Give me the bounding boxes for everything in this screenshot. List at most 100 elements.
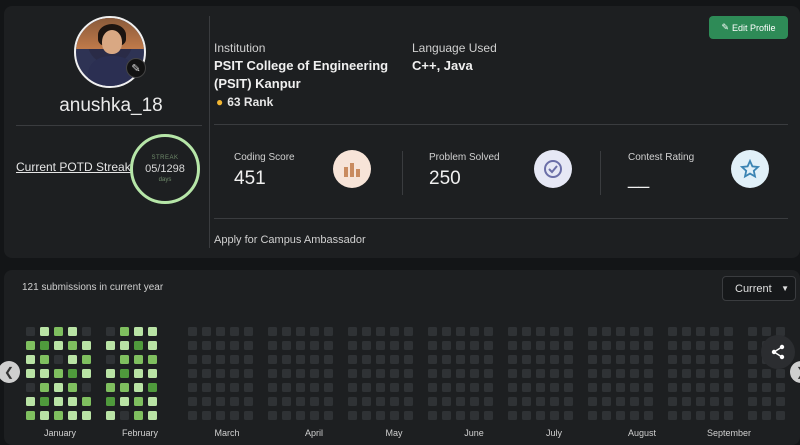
heatmap-cell[interactable] (120, 383, 129, 392)
heatmap-cell[interactable] (442, 327, 451, 336)
heatmap-cell[interactable] (588, 383, 597, 392)
heatmap-cell[interactable] (564, 383, 573, 392)
heatmap-cell[interactable] (188, 397, 197, 406)
heatmap-cell[interactable] (630, 341, 639, 350)
heatmap-cell[interactable] (776, 383, 785, 392)
heatmap-cell[interactable] (644, 397, 653, 406)
heatmap-cell[interactable] (310, 411, 319, 420)
heatmap-cell[interactable] (564, 397, 573, 406)
heatmap-cell[interactable] (188, 355, 197, 364)
heatmap-cell[interactable] (696, 341, 705, 350)
heatmap-cell[interactable] (148, 369, 157, 378)
heatmap-cell[interactable] (40, 383, 49, 392)
share-icon[interactable] (761, 335, 795, 369)
heatmap-cell[interactable] (484, 397, 493, 406)
heatmap-cell[interactable] (348, 327, 357, 336)
heatmap-cell[interactable] (602, 369, 611, 378)
heatmap-cell[interactable] (324, 411, 333, 420)
heatmap-cell[interactable] (148, 397, 157, 406)
heatmap-cell[interactable] (202, 341, 211, 350)
heatmap-cell[interactable] (508, 341, 517, 350)
heatmap-cell[interactable] (428, 327, 437, 336)
heatmap-cell[interactable] (724, 355, 733, 364)
heatmap-cell[interactable] (296, 369, 305, 378)
heatmap-cell[interactable] (456, 397, 465, 406)
heatmap-cell[interactable] (696, 397, 705, 406)
heatmap-cell[interactable] (470, 341, 479, 350)
heatmap-cell[interactable] (348, 411, 357, 420)
heatmap-cell[interactable] (696, 327, 705, 336)
heatmap-cell[interactable] (310, 397, 319, 406)
heatmap-cell[interactable] (470, 397, 479, 406)
heatmap-cell[interactable] (324, 327, 333, 336)
heatmap-cell[interactable] (762, 327, 771, 336)
heatmap-cell[interactable] (376, 341, 385, 350)
heatmap-cell[interactable] (668, 369, 677, 378)
heatmap-cell[interactable] (762, 411, 771, 420)
heatmap-cell[interactable] (536, 355, 545, 364)
heatmap-cell[interactable] (296, 383, 305, 392)
heatmap-cell[interactable] (564, 411, 573, 420)
heatmap-cell[interactable] (630, 369, 639, 378)
heatmap-cell[interactable] (522, 383, 531, 392)
heatmap-cell[interactable] (536, 397, 545, 406)
heatmap-cell[interactable] (442, 383, 451, 392)
heatmap-cell[interactable] (268, 411, 277, 420)
heatmap-cell[interactable] (106, 369, 115, 378)
heatmap-cell[interactable] (296, 327, 305, 336)
heatmap-cell[interactable] (644, 327, 653, 336)
heatmap-cell[interactable] (668, 341, 677, 350)
heatmap-cell[interactable] (148, 355, 157, 364)
heatmap-cell[interactable] (68, 341, 77, 350)
heatmap-cell[interactable] (376, 369, 385, 378)
heatmap-cell[interactable] (268, 327, 277, 336)
heatmap-cell[interactable] (54, 397, 63, 406)
heatmap-cell[interactable] (390, 383, 399, 392)
heatmap-cell[interactable] (40, 355, 49, 364)
heatmap-cell[interactable] (376, 355, 385, 364)
heatmap-cell[interactable] (296, 397, 305, 406)
heatmap-cell[interactable] (362, 355, 371, 364)
heatmap-cell[interactable] (244, 411, 253, 420)
heatmap-cell[interactable] (404, 369, 413, 378)
heatmap-cell[interactable] (230, 327, 239, 336)
heatmap-cell[interactable] (148, 383, 157, 392)
heatmap-cell[interactable] (390, 411, 399, 420)
heatmap-cell[interactable] (522, 411, 531, 420)
heatmap-cell[interactable] (230, 397, 239, 406)
heatmap-cell[interactable] (296, 341, 305, 350)
heatmap-cell[interactable] (644, 341, 653, 350)
heatmap-cell[interactable] (442, 341, 451, 350)
heatmap-cell[interactable] (134, 383, 143, 392)
heatmap-cell[interactable] (404, 341, 413, 350)
heatmap-cell[interactable] (26, 327, 35, 336)
heatmap-cell[interactable] (120, 369, 129, 378)
potd-streak-link[interactable]: Current POTD Streak (16, 160, 131, 174)
heatmap-cell[interactable] (54, 411, 63, 420)
heatmap-cell[interactable] (428, 341, 437, 350)
heatmap-cell[interactable] (748, 369, 757, 378)
heatmap-cell[interactable] (550, 397, 559, 406)
heatmap-cell[interactable] (668, 397, 677, 406)
heatmap-cell[interactable] (324, 355, 333, 364)
heatmap-cell[interactable] (54, 327, 63, 336)
heatmap-cell[interactable] (602, 397, 611, 406)
heatmap-cell[interactable] (588, 355, 597, 364)
heatmap-cell[interactable] (668, 411, 677, 420)
heatmap-cell[interactable] (748, 397, 757, 406)
heatmap-cell[interactable] (630, 327, 639, 336)
heatmap-cell[interactable] (310, 327, 319, 336)
heatmap-cell[interactable] (682, 383, 691, 392)
heatmap-cell[interactable] (82, 341, 91, 350)
heatmap-cell[interactable] (324, 383, 333, 392)
heatmap-cell[interactable] (508, 355, 517, 364)
heatmap-cell[interactable] (470, 411, 479, 420)
heatmap-cell[interactable] (470, 369, 479, 378)
heatmap-cell[interactable] (710, 397, 719, 406)
heatmap-cell[interactable] (776, 397, 785, 406)
heatmap-cell[interactable] (630, 355, 639, 364)
heatmap-cell[interactable] (616, 355, 625, 364)
heatmap-cell[interactable] (724, 397, 733, 406)
heatmap-cell[interactable] (644, 369, 653, 378)
heatmap-cell[interactable] (202, 355, 211, 364)
